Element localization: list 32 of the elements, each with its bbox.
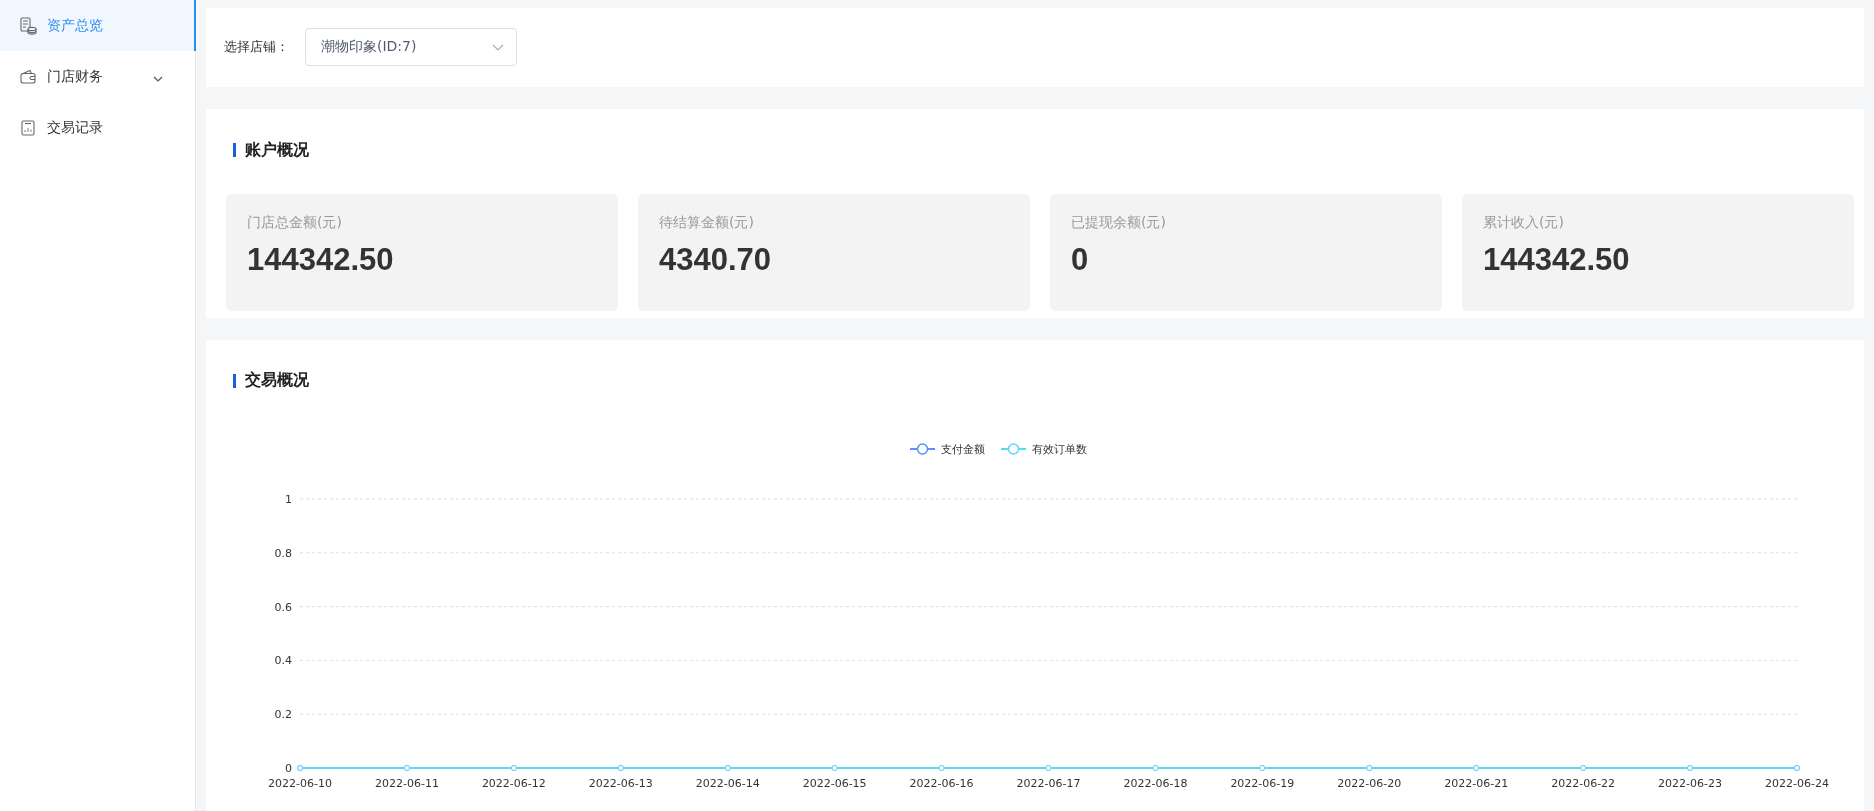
x-tick-label: 2022-06-10 [268, 777, 332, 790]
x-tick-label: 2022-06-12 [481, 777, 546, 790]
stat-value: 0 [1071, 241, 1090, 278]
y-tick-label: 1 [285, 493, 292, 506]
x-tick-label: 2022-06-19 [1230, 777, 1295, 790]
x-tick-label: 2022-06-20 [1337, 777, 1402, 790]
stat-label: 累计收入(元) [1483, 213, 1565, 232]
x-tick-label: 2022-06-15 [802, 777, 867, 790]
y-tick-label: 0.2 [274, 708, 292, 722]
x-tick-label: 2022-06-13 [588, 777, 653, 790]
section-title: 交易概况 [245, 370, 309, 391]
stat-label: 待结算金额(元) [659, 213, 755, 232]
store-select-label: 选择店铺： [224, 38, 289, 57]
y-tick-label: 0.8 [274, 546, 292, 560]
y-tick-label: 0.4 [274, 654, 292, 668]
x-tick-label: 2022-06-18 [1123, 777, 1188, 790]
y-tick-label: 0.6 [274, 600, 292, 614]
x-tick-label: 2022-06-21 [1444, 777, 1509, 790]
x-tick-label: 2022-06-24 [1765, 777, 1829, 790]
y-tick-label: 0 [285, 762, 292, 775]
stat-value: 144342.50 [1483, 241, 1631, 278]
x-tick-label: 2022-06-23 [1658, 777, 1723, 790]
stat-value: 144342.50 [247, 241, 395, 278]
stat-value: 4340.70 [659, 241, 773, 278]
x-tick-label: 2022-06-14 [695, 777, 760, 790]
stat-label: 已提现余额(元) [1071, 213, 1167, 232]
x-tick-label: 2022-06-17 [1016, 777, 1081, 790]
x-tick-label: 2022-06-22 [1551, 777, 1616, 790]
x-tick-label: 2022-06-11 [374, 777, 439, 790]
x-tick-label: 2022-06-16 [909, 777, 974, 790]
stat-label: 门店总金额(元) [247, 213, 343, 232]
section-title: 账户概况 [245, 139, 309, 161]
